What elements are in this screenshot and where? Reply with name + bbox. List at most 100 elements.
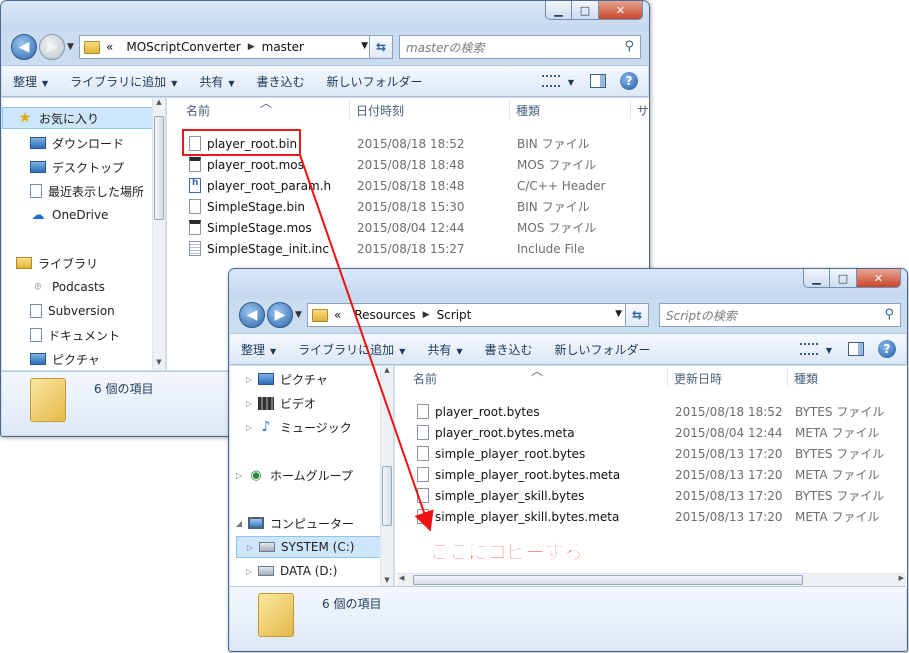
address-dropdown-icon[interactable]: ▼ <box>361 41 368 51</box>
close-button[interactable]: ✕ <box>599 1 643 20</box>
breadcrumb-moscriptconverter[interactable]: MOScriptConverter <box>126 40 240 54</box>
nav-item-podcasts[interactable]: ⌾ Podcasts <box>26 276 153 298</box>
forward-button[interactable]: ▶ <box>39 34 65 60</box>
nav-item-videos[interactable]: ▷ ビデオ <box>244 392 381 414</box>
expand-arrow-icon[interactable]: ▷ <box>244 567 254 576</box>
breadcrumb-separator-icon[interactable]: ▶ <box>248 42 255 52</box>
address-bar[interactable]: « MOScriptConverter ▶ master ▼ <box>79 35 373 59</box>
nav-item-data-drive[interactable]: ▷ DATA (D:) <box>244 560 381 582</box>
breadcrumb-separator-icon[interactable]: ▶ <box>423 310 430 320</box>
column-size[interactable]: サ <box>637 102 649 119</box>
nav-item-onedrive[interactable]: ☁ OneDrive <box>26 204 153 226</box>
nav-item-homegroup[interactable]: ▷ ◉ ホームグループ <box>234 464 381 486</box>
nav-item-computer[interactable]: ◢ コンピューター <box>234 512 381 534</box>
back-button[interactable]: ◀ <box>11 34 37 60</box>
nav-item-system-drive[interactable]: ▷ SYSTEM (C:) <box>236 536 381 558</box>
burn-button[interactable]: 書き込む <box>246 73 316 90</box>
share-button[interactable]: 共有 ▼ <box>416 341 473 358</box>
nav-item-recent-places[interactable]: 最近表示した場所 <box>26 180 153 202</box>
breadcrumb-master[interactable]: master <box>262 40 304 54</box>
organize-button[interactable]: 整理 ▼ <box>2 73 59 90</box>
back-button[interactable]: ◀ <box>239 302 265 328</box>
scroll-up-icon[interactable]: ▲ <box>153 98 165 110</box>
file-row[interactable]: player_root_param.h 2015/08/18 18:48 C/C… <box>167 175 649 196</box>
forward-button[interactable]: ▶ <box>267 302 293 328</box>
nav-scrollbar[interactable]: ▲ ▼ <box>380 366 393 588</box>
file-row[interactable]: SimpleStage.mos 2015/08/04 12:44 MOS ファイ… <box>167 217 649 238</box>
close-button[interactable]: ✕ <box>857 269 901 288</box>
burn-button[interactable]: 書き込む <box>474 341 544 358</box>
file-row[interactable]: player_root.bytes 2015/08/18 18:52 BYTES… <box>395 401 907 422</box>
column-type[interactable]: 種類 <box>516 102 540 119</box>
scroll-up-icon[interactable]: ▲ <box>381 366 393 378</box>
search-icon[interactable]: ⚲ <box>624 39 634 54</box>
scroll-thumb[interactable] <box>154 116 164 220</box>
preview-pane-icon[interactable] <box>848 342 864 356</box>
address-dropdown-icon[interactable]: ▼ <box>615 309 622 319</box>
collapse-arrow-icon[interactable]: ◢ <box>234 519 244 528</box>
organize-button[interactable]: 整理 ▼ <box>230 341 287 358</box>
horizontal-scrollbar[interactable]: ◀ ▶ <box>397 573 906 586</box>
scroll-thumb[interactable] <box>382 466 392 526</box>
help-icon[interactable]: ? <box>878 340 896 358</box>
scroll-down-icon[interactable]: ▼ <box>153 358 165 370</box>
expand-arrow-icon[interactable]: ▷ <box>244 375 254 384</box>
nav-item-pictures[interactable]: ピクチャ <box>26 348 153 370</box>
new-folder-button[interactable]: 新しいフォルダー <box>316 73 434 90</box>
add-to-library-button[interactable]: ライブラリに追加 ▼ <box>59 73 188 90</box>
view-dropdown-icon[interactable]: ▼ <box>824 342 834 356</box>
view-options-icon[interactable] <box>799 343 818 355</box>
search-box[interactable]: masterの検索 ⚲ <box>399 35 641 59</box>
expand-arrow-icon[interactable]: ▷ <box>244 423 254 432</box>
preview-pane-icon[interactable] <box>590 74 606 88</box>
view-dropdown-icon[interactable]: ▼ <box>566 74 576 88</box>
expand-arrow-icon[interactable]: ▷ <box>244 399 254 408</box>
file-row[interactable]: player_root.bytes.meta 2015/08/04 12:44 … <box>395 422 907 443</box>
column-type[interactable]: 種類 <box>794 370 818 387</box>
file-row[interactable]: simple_player_root.bytes 2015/08/13 17:2… <box>395 443 907 464</box>
nav-item-downloads[interactable]: ダウンロード <box>26 132 153 154</box>
breadcrumb-resources[interactable]: Resources <box>354 308 415 322</box>
nav-scrollbar[interactable]: ▲ ▼ <box>152 98 165 370</box>
scroll-thumb[interactable] <box>413 575 803 585</box>
file-row[interactable]: player_root.mos 2015/08/18 18:48 MOS ファイ… <box>167 154 649 175</box>
nav-item-music[interactable]: ▷ ♪ ミュージック <box>244 416 381 438</box>
expand-arrow-icon[interactable]: ▷ <box>245 543 255 552</box>
address-bar[interactable]: « Resources ▶ Script ▼ <box>307 303 627 327</box>
file-row[interactable]: simple_player_skill.bytes.meta 2015/08/1… <box>395 506 907 527</box>
recent-pages-dropdown[interactable]: ▼ <box>67 42 74 52</box>
help-icon[interactable]: ? <box>620 72 638 90</box>
column-name[interactable]: 名前 <box>186 102 210 119</box>
maximize-button[interactable]: □ <box>572 1 599 20</box>
file-row[interactable]: simple_player_skill.bytes 2015/08/13 17:… <box>395 485 907 506</box>
file-row[interactable]: SimpleStage.bin 2015/08/18 15:30 BIN ファイ… <box>167 196 649 217</box>
column-date[interactable]: 日付時刻 <box>356 102 404 119</box>
nav-item-favorites[interactable]: ★ お気に入り <box>2 107 153 129</box>
maximize-button[interactable]: □ <box>830 269 857 288</box>
search-icon[interactable]: ⚲ <box>884 307 894 322</box>
address-overflow[interactable]: « <box>106 40 113 54</box>
recent-pages-dropdown[interactable]: ▼ <box>295 310 302 320</box>
search-box[interactable]: Scriptの検索 ⚲ <box>659 303 901 327</box>
refresh-button[interactable]: ⇆ <box>625 303 649 327</box>
title-bar[interactable]: ▁ □ ✕ <box>1 1 649 31</box>
scroll-left-icon[interactable]: ◀ <box>399 574 404 582</box>
nav-item-libraries[interactable]: ライブラリ <box>12 252 153 274</box>
share-button[interactable]: 共有 ▼ <box>188 73 245 90</box>
expand-arrow-icon[interactable]: ▷ <box>234 471 244 480</box>
view-options-icon[interactable] <box>541 75 560 87</box>
add-to-library-button[interactable]: ライブラリに追加 ▼ <box>287 341 416 358</box>
nav-item-desktop[interactable]: デスクトップ <box>26 156 153 178</box>
column-date[interactable]: 更新日時 <box>674 370 722 387</box>
file-row[interactable]: SimpleStage_init.inc 2015/08/18 15:27 In… <box>167 238 649 259</box>
title-bar[interactable]: ▁ □ ✕ <box>229 269 907 299</box>
scroll-right-icon[interactable]: ▶ <box>899 574 904 582</box>
column-name[interactable]: 名前 <box>413 370 437 387</box>
new-folder-button[interactable]: 新しいフォルダー <box>544 341 662 358</box>
refresh-button[interactable]: ⇆ <box>369 35 393 59</box>
minimize-button[interactable]: ▁ <box>545 1 572 20</box>
nav-item-pictures[interactable]: ▷ ピクチャ <box>244 368 381 390</box>
breadcrumb-script[interactable]: Script <box>437 308 472 322</box>
nav-item-subversion[interactable]: Subversion <box>26 300 153 322</box>
address-overflow[interactable]: « <box>334 308 341 322</box>
